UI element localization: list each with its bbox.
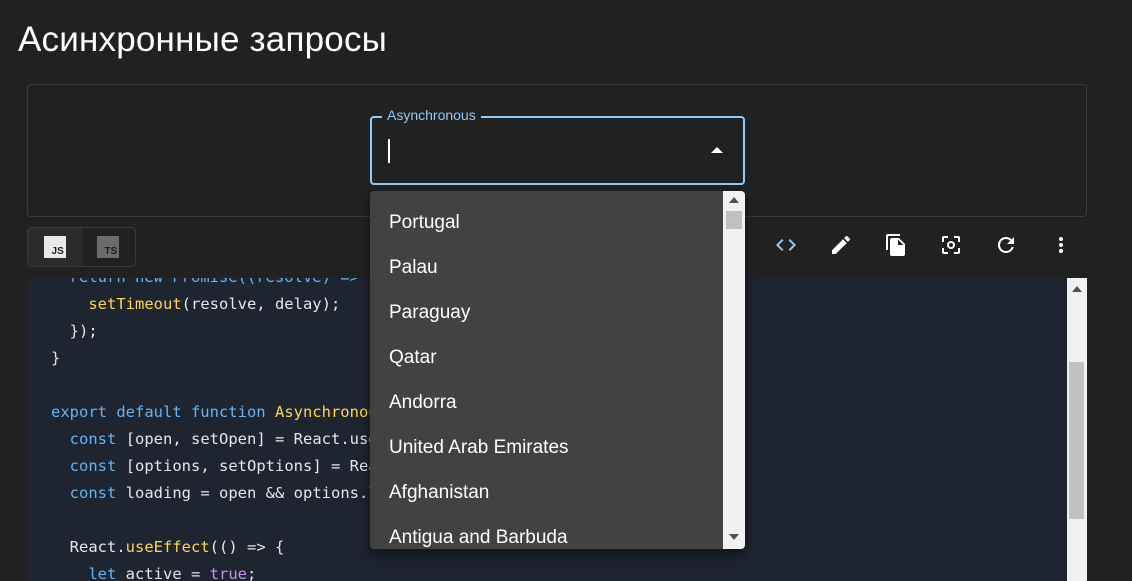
code-token-fn: useEffect [125,538,210,556]
copy-icon[interactable] [878,232,913,258]
typescript-icon: TS [97,236,120,258]
javascript-icon: JS [43,236,66,258]
scroll-up-arrow-icon[interactable] [729,197,739,203]
edit-icon[interactable] [823,232,858,258]
ts-toggle-button[interactable]: TS [82,228,136,266]
code-line-2: }); [51,322,98,340]
code-token-fn: setTimeout [88,295,182,313]
code-token-literal: true [209,565,247,581]
scroll-up-arrow-icon[interactable] [1072,286,1082,292]
listbox-scrollbar[interactable] [723,191,745,549]
code-token: (() => { [209,538,285,556]
code-token-kw: const [69,430,117,448]
code-token: React. [69,538,126,556]
js-toggle-button[interactable]: JS [28,228,82,266]
demo-actions [768,232,1098,258]
option-item[interactable]: Qatar [389,346,437,370]
option-item[interactable]: United Arab Emirates [389,436,569,460]
code-scrollbar[interactable] [1067,278,1087,581]
code-token: active = [125,565,210,581]
code-token-kw: const [69,457,117,475]
option-item[interactable]: Palau [389,256,438,280]
more-vert-icon[interactable] [1043,232,1078,258]
scrollbar-thumb[interactable] [1069,362,1084,519]
asynchronous-autocomplete-input[interactable] [370,116,745,185]
focus-icon[interactable] [933,232,968,258]
arrow-up-icon[interactable] [711,147,723,153]
scroll-down-arrow-icon[interactable] [729,534,739,540]
autocomplete-label: Asynchronous [382,106,481,124]
option-item[interactable]: Afghanistan [389,481,489,505]
code-token-kw: let [88,565,117,581]
page-title: Асинхронные запросы [18,20,388,59]
scrollbar-thumb[interactable] [726,211,742,229]
autocomplete-listbox: Portugal Palau Paraguay Qatar Andorra Un… [370,191,745,549]
option-item[interactable]: Andorra [389,391,457,415]
refresh-icon[interactable] [988,232,1023,258]
option-item[interactable]: Antigua and Barbuda [389,526,568,549]
option-item[interactable]: Portugal [389,211,460,235]
code-token-kw: const [69,484,117,502]
code-icon[interactable] [768,232,803,258]
code-token: ; [247,565,257,581]
code-token: (resolve, delay); [181,295,341,313]
code-line-3: } [51,349,61,367]
code-token-kw: export default function [51,403,266,421]
code-line-0: return new Promise((resolve) => { [51,278,378,286]
language-toggle: JS TS [27,227,136,267]
option-item[interactable]: Paraguay [389,301,470,325]
text-cursor [388,139,390,163]
